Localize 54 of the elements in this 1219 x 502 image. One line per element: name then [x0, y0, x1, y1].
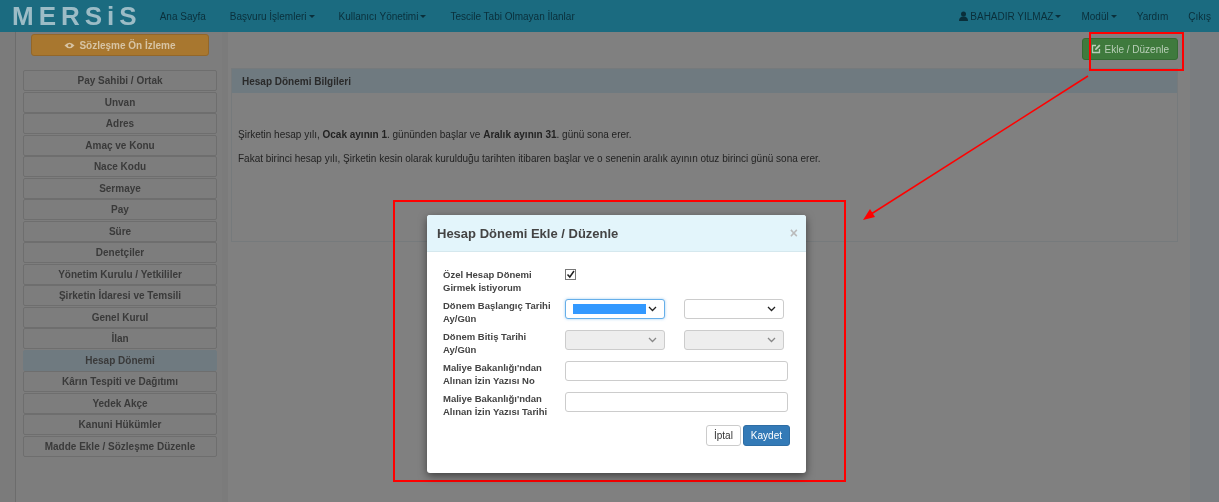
- sidebar-item[interactable]: Hesap Dönemi: [23, 349, 217, 371]
- sidebar-item[interactable]: Madde Ekle / Sözleşme Düzenle: [23, 435, 217, 457]
- dropdown-field[interactable]: [565, 299, 665, 319]
- close-button[interactable]: ×: [789, 225, 798, 241]
- user-menu[interactable]: BAHADIR YILMAZ: [959, 10, 1062, 22]
- sidebar-item[interactable]: Süre: [23, 220, 217, 242]
- sidebar-item[interactable]: Amaç ve Konu: [23, 134, 217, 156]
- chevron-icon: [648, 337, 657, 343]
- sidebar-item[interactable]: Adres: [23, 113, 217, 134]
- input-field[interactable]: [565, 361, 788, 381]
- field-label: Maliye Bakanlığı'ndan Alınan İzin Yazısı Tarihi: [443, 392, 549, 418]
- sidebar-item[interactable]: Genel Kurul: [23, 306, 217, 328]
- sidebar-item[interactable]: Denetçiler: [23, 242, 217, 263]
- chevron-icon: [648, 306, 657, 312]
- save-button[interactable]: Kaydet: [742, 425, 790, 446]
- logo[interactable]: MERSiS: [12, 3, 142, 29]
- panel-title: Hesap Dönemi Bilgileri: [232, 69, 1177, 93]
- paragraph: Şirketin hesap yılı, Ocak ayının 1. gününden başlar ve Aralık ayının 31. günü sona erer.: [238, 129, 633, 140]
- eye-icon: [64, 41, 76, 49]
- paragraph: Fakat birinci hesap yılı, Şirketin kesin olarak kurulduğu tarihten itibaren başlar ve o senenin aralık ayının otuz birinci günü sona erer.: [238, 153, 822, 164]
- chevron-icon: [767, 306, 776, 312]
- field-label: Maliye Bakanlığı'ndan Alınan İzin Yazısı No: [443, 361, 543, 387]
- sidebar-item[interactable]: Unvan: [23, 91, 217, 113]
- preview-button[interactable]: Sözleşme Ön İzleme: [31, 34, 209, 56]
- edit-button[interactable]: Ekle / Düzenle: [1081, 38, 1178, 60]
- input-field[interactable]: [565, 392, 788, 412]
- nav-link[interactable]: Kullanıcı Yönetimi: [338, 10, 427, 22]
- sidebar-item[interactable]: Nace Kodu: [23, 156, 217, 177]
- nav-link[interactable]: Başvuru İşlemleri: [229, 10, 315, 22]
- sidebar-item[interactable]: Kârın Tespiti ve Dağıtımı: [23, 371, 217, 392]
- field-label: Dönem Başlangıç Tarihi Ay/Gün: [443, 299, 552, 325]
- sidebar-item[interactable]: Sermaye: [23, 177, 217, 199]
- nav-link[interactable]: Modül: [1081, 10, 1117, 22]
- sidebar-item[interactable]: Şirketin İdaresi ve Temsili: [23, 285, 217, 306]
- nav-link[interactable]: Çıkış: [1188, 10, 1211, 22]
- checkbox[interactable]: [565, 269, 576, 280]
- sidebar-item[interactable]: Yedek Akçe: [23, 392, 217, 414]
- sidebar-item[interactable]: Pay: [23, 199, 217, 220]
- sidebar-item[interactable]: İlan: [23, 328, 217, 349]
- dropdown-field[interactable]: [684, 299, 784, 319]
- sidebar-item[interactable]: Kanuni Hükümler: [23, 414, 217, 435]
- nav-link[interactable]: Ana Sayfa: [159, 10, 206, 22]
- scrollbar[interactable]: [1190, 32, 1219, 502]
- modal-title: Hesap Dönemi Ekle / Düzenle: [437, 225, 620, 241]
- user-icon: [959, 11, 969, 21]
- field-label: Özel Hesap Dönemi Girmek İstiyorum: [443, 268, 533, 294]
- nav-link[interactable]: Yardım: [1136, 10, 1169, 22]
- cancel-button[interactable]: İptal: [705, 425, 741, 446]
- sidebar-item[interactable]: Yönetim Kurulu / Yetkililer: [23, 263, 217, 285]
- nav-link[interactable]: Tescile Tabi Olmayan İlanlar: [450, 10, 575, 22]
- sidebar-item[interactable]: Pay Sahibi / Ortak: [23, 70, 217, 91]
- field-label: Dönem Bitiş Tarihi Ay/Gün: [443, 330, 528, 356]
- chevron-icon: [767, 337, 776, 343]
- edit-icon: [1090, 44, 1101, 54]
